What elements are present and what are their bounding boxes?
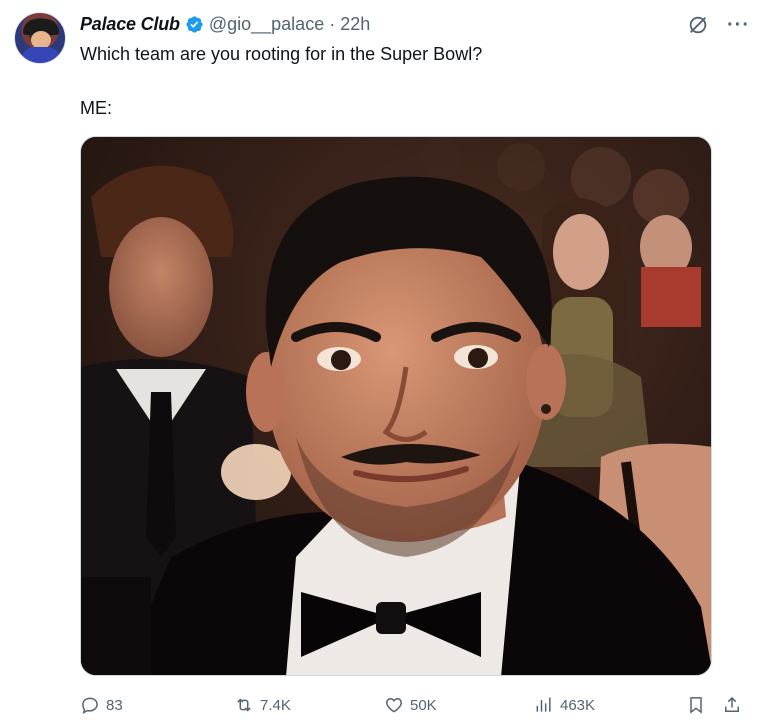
heart-icon xyxy=(386,697,402,713)
retweet-icon xyxy=(237,698,251,712)
tweet-header: Palace Club @gio__palace · 22h xyxy=(80,12,370,36)
separator-dot: · xyxy=(329,14,336,34)
retweet-button[interactable]: 7.4K xyxy=(234,690,291,720)
tweet-media-photo[interactable] xyxy=(80,136,712,676)
retweet-count: 7.4K xyxy=(260,696,291,714)
like-count: 50K xyxy=(410,696,437,714)
share-button[interactable] xyxy=(722,690,742,720)
author-handle[interactable]: @gio__palace xyxy=(209,12,324,36)
more-options-icon[interactable]: ··· xyxy=(727,15,750,35)
reply-icon xyxy=(82,697,98,714)
views-icon xyxy=(536,697,551,712)
reply-count: 83 xyxy=(106,696,123,714)
tweet-actions-bar: 83 7.4K 50K 463K xyxy=(80,690,748,720)
avatar-shirt xyxy=(21,47,61,63)
post-time[interactable]: 22h xyxy=(340,12,370,36)
author-name[interactable]: Palace Club xyxy=(80,12,180,36)
views-count: 463K xyxy=(560,696,596,714)
bookmark-button[interactable] xyxy=(686,690,706,720)
views-button[interactable]: 463K xyxy=(534,690,595,720)
grok-icon[interactable] xyxy=(687,14,709,36)
verified-badge-icon xyxy=(186,15,203,33)
tweet-text: Which team are you rooting for in the Su… xyxy=(80,44,483,64)
like-button[interactable]: 50K xyxy=(384,690,437,720)
photo-illustration xyxy=(81,137,711,675)
share-icon xyxy=(725,696,739,712)
reply-button[interactable]: 83 xyxy=(80,690,123,720)
bookmark-icon xyxy=(690,697,702,714)
author-avatar[interactable] xyxy=(14,12,66,64)
tweet-text-line2: ME: xyxy=(80,98,113,118)
top-actions: ··· xyxy=(687,14,750,36)
